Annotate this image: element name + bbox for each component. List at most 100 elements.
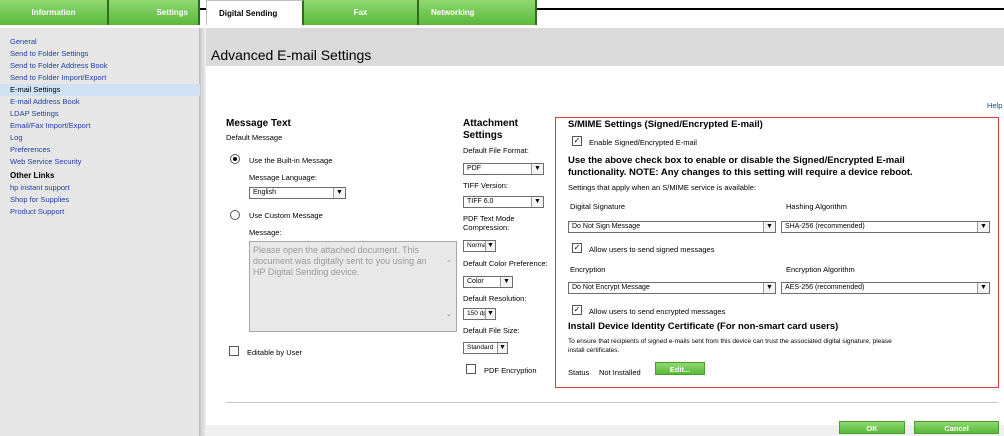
file-size-select[interactable]: Standard ▼ [463, 342, 508, 354]
chevron-down-icon: ▼ [485, 309, 495, 319]
edit-certificate-button[interactable]: Edit... [655, 362, 705, 375]
chevron-down-icon: ▼ [497, 343, 507, 353]
message-scrollbar[interactable]: ⌃ ⌄ [442, 242, 456, 331]
tiff-version-value: TIFF 6.0 [467, 198, 494, 205]
chevron-down-icon: ▼ [977, 283, 989, 293]
ok-button[interactable]: OK [839, 421, 905, 434]
top-navigation: Information Settings Digital Sending Fax… [0, 0, 1004, 28]
help-link[interactable]: Help [987, 101, 1002, 110]
encryption-algorithm-value: AES-256 (recommended) [785, 284, 865, 291]
tab-fax-label: Fax [353, 8, 368, 17]
sidebar-item-send-to-folder-settings[interactable]: Send to Folder Settings [0, 48, 200, 60]
attachment-heading-line2: Settings [463, 130, 503, 141]
certificate-heading: Install Device Identity Certificate (For… [568, 321, 839, 332]
pdf-compression-select[interactable]: Normal ▼ [463, 240, 496, 252]
allow-signed-checkbox[interactable]: ✓ [572, 243, 582, 253]
sidebar-link-product-support[interactable]: Product Support [0, 206, 200, 218]
sidebar-item-general[interactable]: General [0, 36, 200, 48]
digital-signature-value: Do Not Sign Message [572, 223, 641, 230]
tab-networking-label: Networking [431, 8, 475, 17]
tab-settings[interactable]: Settings [109, 0, 200, 25]
hashing-algorithm-label: Hashing Algorithm [786, 202, 847, 211]
tab-settings-label: Settings [156, 8, 188, 17]
enable-smime-checkbox[interactable]: ✓ [572, 136, 582, 146]
default-message-label: Default Message [226, 133, 283, 142]
chevron-down-icon: ▼ [531, 164, 543, 174]
pdf-compression-label-line2: Compression: [463, 223, 510, 232]
status-label: Status [568, 368, 590, 377]
status-value: Not Installed [599, 368, 641, 377]
file-size-label: Default File Size: [463, 326, 520, 335]
tab-information-label: Information [31, 8, 76, 17]
allow-encrypted-label: Allow users to send encrypted messages [589, 307, 726, 316]
color-preference-select[interactable]: Color ▼ [463, 276, 513, 288]
message-label: Message: [249, 228, 282, 237]
custom-message-radio[interactable] [230, 210, 240, 220]
tiff-version-select[interactable]: TIFF 6.0 ▼ [463, 196, 544, 208]
message-language-value: English [253, 189, 276, 196]
sidebar-item-email-address-book[interactable]: E-mail Address Book [0, 96, 200, 108]
tab-information[interactable]: Information [0, 0, 109, 25]
chevron-down-icon: ▼ [485, 241, 495, 251]
encryption-label: Encryption [570, 265, 606, 274]
sidebar-shadow [200, 28, 206, 436]
sidebar-item-email-settings[interactable]: E-mail Settings [0, 84, 200, 96]
smime-heading: S/MIME Settings (Signed/Encrypted E-mail… [568, 119, 763, 130]
enable-smime-label: Enable Signed/Encrypted E-mail [589, 138, 697, 147]
sidebar-item-preferences[interactable]: Preferences [0, 144, 200, 156]
sidebar-item-web-service-security[interactable]: Web Service Security [0, 156, 200, 168]
allow-encrypted-checkbox[interactable]: ✓ [572, 305, 582, 315]
builtin-message-label: Use the Built-in Message [249, 156, 333, 165]
digital-signature-select[interactable]: Do Not Sign Message ▼ [568, 221, 776, 233]
editable-by-user-checkbox[interactable] [229, 346, 239, 356]
sidebar-item-log[interactable]: Log [0, 132, 200, 144]
allow-signed-label: Allow users to send signed messages [589, 245, 715, 254]
smime-note-line2: functionality. NOTE: Any changes to this… [568, 167, 913, 178]
encryption-algorithm-label: Encryption Algorithm [786, 265, 855, 274]
resolution-select[interactable]: 150 dpi ▼ [463, 308, 496, 320]
message-text-heading: Message Text [226, 118, 291, 129]
sidebar-item-send-to-folder-address-book[interactable]: Send to Folder Address Book [0, 60, 200, 72]
sidebar-item-send-to-folder-import-export[interactable]: Send to Folder Import/Export [0, 72, 200, 84]
smime-applies-text: Settings that apply when an S/MIME servi… [568, 183, 757, 192]
tab-networking[interactable]: Networking [419, 0, 537, 25]
chevron-down-icon: ▼ [500, 277, 512, 287]
tab-digital-sending[interactable]: Digital Sending [206, 0, 304, 25]
tab-fax[interactable]: Fax [304, 0, 419, 25]
tab-digital-sending-label: Digital Sending [219, 9, 278, 18]
message-language-label: Message Language: [249, 173, 317, 182]
hashing-algorithm-value: SHA-256 (recommended) [785, 223, 865, 230]
custom-message-label: Use Custom Message [249, 211, 323, 220]
message-language-select[interactable]: English ▼ [249, 187, 346, 199]
sidebar-link-shop-for-supplies[interactable]: Shop for Supplies [0, 194, 200, 206]
cancel-button[interactable]: Cancel [914, 421, 999, 434]
encryption-algorithm-select[interactable]: AES-256 (recommended) ▼ [781, 282, 990, 294]
scroll-up-icon[interactable]: ⌃ [442, 258, 456, 269]
scroll-down-icon[interactable]: ⌄ [442, 308, 456, 319]
attachment-heading-line1: Attachment [463, 118, 519, 129]
other-links-heading: Other Links [10, 171, 55, 180]
pdf-encryption-label: PDF Encryption [484, 366, 537, 375]
file-format-select[interactable]: PDF ▼ [463, 163, 544, 175]
chevron-down-icon: ▼ [763, 283, 775, 293]
pdf-compression-label-line1: PDF Text Mode [463, 214, 515, 223]
sidebar-item-email-fax-import-export[interactable]: Email/Fax Import/Export [0, 120, 200, 132]
builtin-message-radio[interactable] [230, 154, 240, 164]
resolution-label: Default Resolution: [463, 294, 527, 303]
color-preference-value: Color [467, 278, 484, 285]
file-format-value: PDF [467, 165, 481, 172]
message-placeholder: Please open the attached document. This … [253, 245, 427, 277]
pdf-encryption-checkbox[interactable] [466, 364, 476, 374]
editable-by-user-label: Editable by User [247, 348, 303, 357]
page-title: Advanced E-mail Settings [211, 47, 372, 63]
encryption-select[interactable]: Do Not Encrypt Message ▼ [568, 282, 776, 294]
encryption-value: Do Not Encrypt Message [572, 284, 650, 291]
sidebar-item-ldap-settings[interactable]: LDAP Settings [0, 108, 200, 120]
hashing-algorithm-select[interactable]: SHA-256 (recommended) ▼ [781, 221, 990, 233]
file-size-value: Standard [467, 344, 494, 351]
digital-signature-label: Digital Signature [570, 202, 626, 211]
certificate-text-line1: To ensure that recipients of signed e-ma… [568, 338, 892, 345]
sidebar-link-hp-instant-support[interactable]: hp instant support [0, 182, 200, 194]
message-textarea[interactable]: Please open the attached document. This … [249, 241, 457, 332]
file-format-label: Default File Format: [463, 146, 529, 155]
